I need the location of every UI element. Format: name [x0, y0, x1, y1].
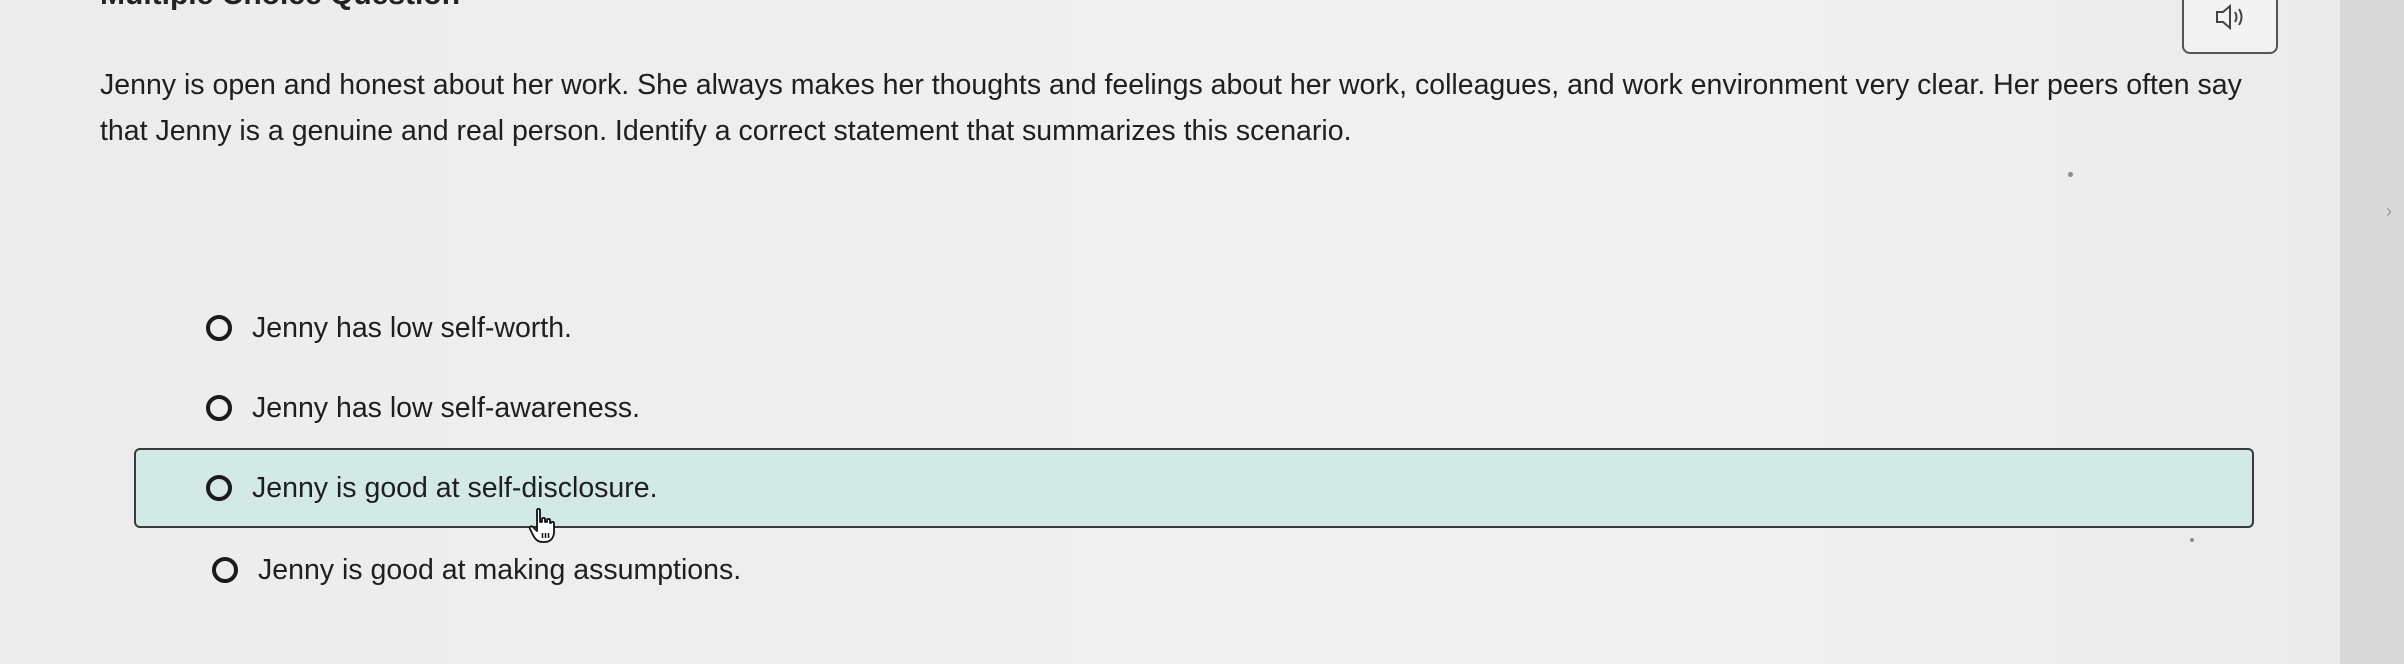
screen-speck [2068, 172, 2073, 177]
choice-label: Jenny is good at making assumptions. [258, 554, 742, 586]
right-gutter [2340, 0, 2404, 664]
choice-option-4[interactable]: Jenny is good at making assumptions. [134, 530, 2254, 610]
question-text: Jenny is open and honest about her work.… [100, 69, 2242, 147]
radio-button[interactable] [206, 395, 232, 421]
radio-button[interactable] [212, 557, 238, 583]
speaker-icon [2216, 3, 2243, 31]
choice-label: Jenny is good at self-disclosure. [252, 472, 658, 504]
question-page: Multiple Choice Question Jenny is open a… [0, 0, 2340, 664]
radio-button[interactable] [206, 315, 232, 341]
question-type-title: Multiple Choice Question [100, 0, 460, 12]
choice-option-1[interactable]: Jenny has low self-worth. [134, 288, 2254, 368]
choice-option-2[interactable]: Jenny has low self-awareness. [134, 368, 2254, 448]
read-aloud-button[interactable] [2182, 0, 2278, 54]
choice-label: Jenny has low self-worth. [252, 312, 572, 344]
chevron-right-icon[interactable]: › [2386, 202, 2392, 220]
choice-option-3[interactable]: Jenny is good at self-disclosure. [134, 448, 2254, 528]
radio-button[interactable] [206, 475, 232, 501]
choice-label: Jenny has low self-awareness. [252, 392, 641, 424]
hand-pointer-icon [528, 508, 555, 543]
screen-speck [2190, 538, 2194, 542]
